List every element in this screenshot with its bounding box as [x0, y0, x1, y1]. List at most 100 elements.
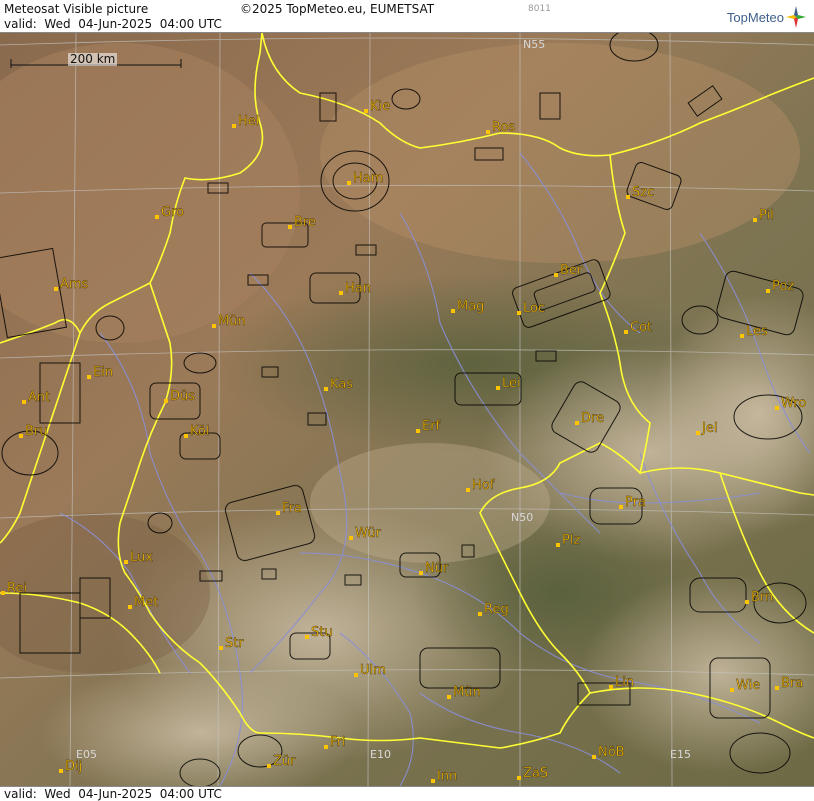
- city-label: Pil: [759, 208, 774, 223]
- city-label: Jel: [701, 421, 717, 436]
- city-label: Bru: [25, 424, 48, 439]
- city-label: Inn: [437, 769, 457, 784]
- city-dot: [496, 386, 500, 390]
- footer-valid-time: valid: Wed 04-Jun-2025 04:00 UTC: [4, 787, 222, 801]
- city-label: Wür: [355, 526, 382, 541]
- city-dot: [416, 429, 420, 433]
- satellite-map[interactable]: N55 N50 E05 E10 E15 Kie Hel Ros Ham Szc Gro Pil Bre…: [0, 33, 814, 786]
- grid-label: N50: [511, 511, 533, 524]
- city-dot: [19, 434, 23, 438]
- city-dot: [219, 646, 223, 650]
- city-label: Ros: [492, 120, 515, 135]
- city-label: Hel: [238, 114, 259, 129]
- map-canvas[interactable]: N55N50E05 E10 E15 KieHel RosHamSzcGro PilBre…: [0, 33, 814, 786]
- scale-bar-label: 200 km: [68, 52, 118, 66]
- city-label: Ams: [60, 277, 89, 292]
- grid-label: E15: [670, 748, 691, 761]
- city-dot: [740, 334, 744, 338]
- footer-bar: valid: Wed 04-Jun-2025 04:00 UTC: [0, 786, 814, 801]
- city-label: Szc: [632, 185, 654, 200]
- city-dot: [466, 488, 470, 492]
- city-dot: [626, 195, 630, 199]
- city-dot: [619, 505, 623, 509]
- city-dot: [232, 124, 236, 128]
- city-dot: [419, 571, 423, 575]
- city-label: Loc: [523, 301, 545, 316]
- city-dot: [554, 273, 558, 277]
- grid-label: E10: [370, 748, 391, 761]
- city-dot: [324, 387, 328, 391]
- city-dot: [730, 688, 734, 692]
- city-label: Pra: [625, 495, 646, 510]
- city-label: Han: [345, 281, 371, 296]
- header-bar: Meteosat Visible picture ©2025 TopMeteo.…: [0, 0, 814, 33]
- city-dot: [486, 130, 490, 134]
- city-dot: [609, 685, 613, 689]
- city-label: Ulm: [360, 663, 386, 678]
- city-label: Stu: [311, 625, 333, 640]
- city-dot: [267, 764, 271, 768]
- city-dot: [364, 109, 368, 113]
- city-dot: [696, 431, 700, 435]
- map-viewer: Meteosat Visible picture ©2025 TopMeteo.…: [0, 0, 814, 801]
- city-label: Nür: [425, 561, 449, 576]
- city-dot: [324, 745, 328, 749]
- city-label: Erf: [422, 419, 441, 434]
- city-dot: [128, 605, 132, 609]
- city-dot: [276, 511, 280, 515]
- topmeteo-logo: TopMeteo: [727, 6, 806, 28]
- city-dot: [339, 291, 343, 295]
- city-label: Lin: [615, 675, 634, 690]
- valid-time: valid: Wed 04-Jun-2025 04:00 UTC: [4, 17, 222, 31]
- city-label: Str: [225, 636, 244, 651]
- city-label: Ein: [93, 365, 113, 380]
- city-label: Köl: [190, 424, 209, 439]
- city-dot: [517, 311, 521, 315]
- city-dot: [184, 434, 188, 438]
- city-label: Kas: [330, 377, 353, 392]
- scale-bar: 200 km: [10, 53, 182, 69]
- city-dot: [575, 421, 579, 425]
- city-label: Gro: [161, 205, 184, 220]
- city-label: Ham: [353, 171, 383, 186]
- city-dot: [766, 289, 770, 293]
- city-dot: [87, 375, 91, 379]
- city-label: Zür: [273, 754, 296, 769]
- copyright-text: ©2025 TopMeteo.eu, EUMETSAT: [240, 2, 435, 16]
- city-label: Lux: [130, 550, 153, 565]
- city-label: Poz: [772, 279, 794, 294]
- city-label: Düs: [170, 389, 195, 404]
- city-label: Mün: [218, 314, 246, 329]
- city-dot: [347, 181, 351, 185]
- city-dot: [775, 406, 779, 410]
- image-code: 8011: [528, 4, 551, 14]
- city-dot: [447, 695, 451, 699]
- city-dot: [1, 591, 5, 595]
- grid-label: N55: [523, 38, 545, 51]
- city-dot: [478, 612, 482, 616]
- city-dot: [59, 769, 63, 773]
- city-label: Wie: [736, 678, 760, 693]
- city-label: Met: [134, 595, 158, 610]
- city-dot: [212, 324, 216, 328]
- city-dot: [349, 536, 353, 540]
- city-label: Plz: [562, 533, 580, 548]
- city-label: Ber: [560, 263, 583, 278]
- city-dot: [592, 755, 596, 759]
- compass-star-icon: [786, 6, 806, 28]
- city-dot: [745, 600, 749, 604]
- city-dot: [305, 635, 309, 639]
- city-label: Dij: [65, 759, 82, 774]
- city-label: Lei: [502, 376, 521, 391]
- city-dot: [753, 218, 757, 222]
- city-dot: [164, 399, 168, 403]
- city-label: Bra: [781, 676, 803, 691]
- city-label: Rei: [7, 581, 27, 596]
- map-title: Meteosat Visible picture: [4, 2, 149, 16]
- city-dot: [624, 330, 628, 334]
- city-dot: [451, 309, 455, 313]
- logo-text: TopMeteo: [726, 9, 784, 25]
- city-dot: [556, 543, 560, 547]
- city-label: Cot: [630, 320, 652, 335]
- city-label: Wro: [781, 396, 806, 411]
